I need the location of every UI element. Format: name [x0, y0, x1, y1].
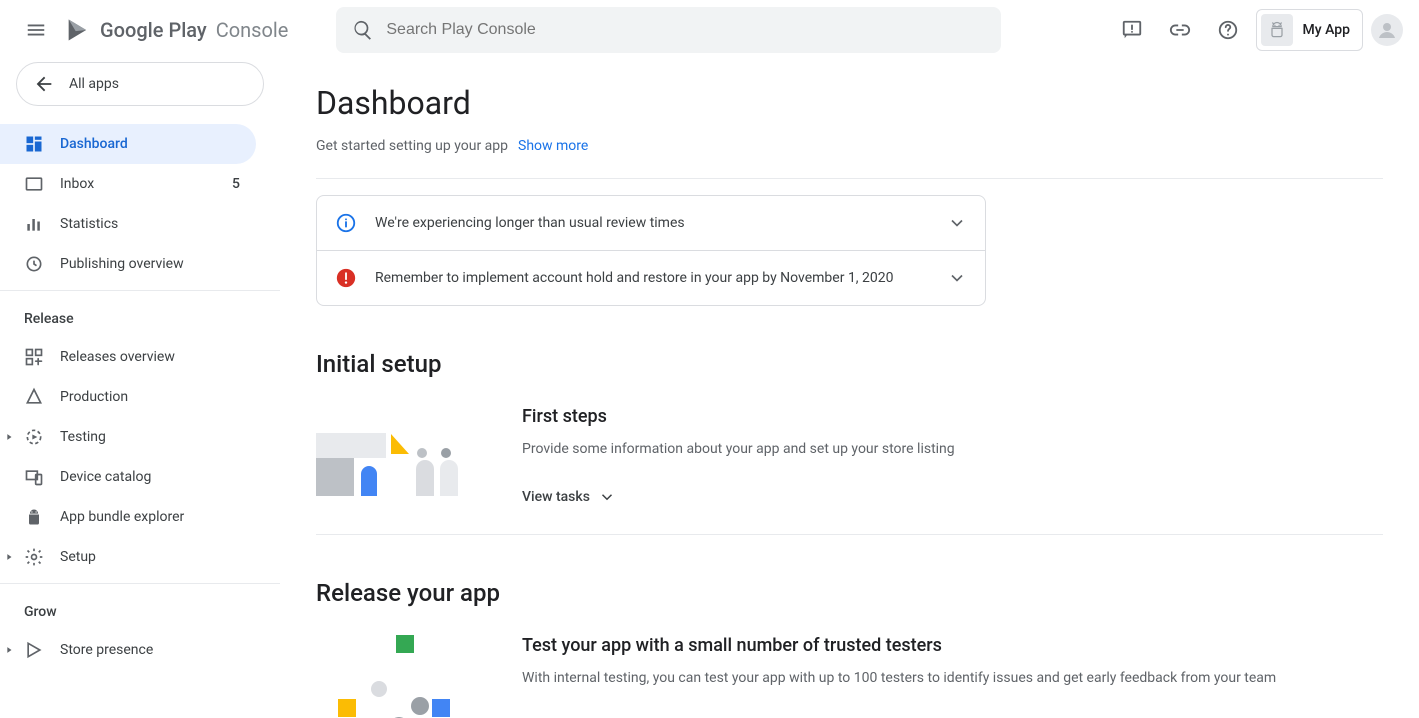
testers-desc: With internal testing, you can test your…: [522, 668, 1276, 689]
error-icon: [335, 267, 357, 289]
feedback-icon: [1121, 19, 1143, 41]
search-bar[interactable]: [336, 7, 1001, 53]
caret-right-icon: [4, 432, 14, 442]
main-content: Dashboard Get started setting up your ap…: [280, 60, 1419, 718]
sidebar-item-device-catalog[interactable]: Device catalog: [0, 457, 256, 497]
inbox-icon: [24, 174, 44, 194]
overview-icon: [24, 347, 44, 367]
notice-group: We're experiencing longer than usual rev…: [316, 195, 986, 306]
sidebar-item-setup[interactable]: Setup: [0, 537, 256, 577]
play-icon: [64, 16, 92, 44]
sidebar-item-label: Store presence: [60, 642, 240, 658]
divider: [316, 534, 1383, 535]
page-title: Dashboard: [316, 84, 1383, 122]
sidebar-item-label: Statistics: [60, 216, 240, 232]
sidebar-item-statistics[interactable]: Statistics: [0, 204, 256, 244]
divider: [316, 178, 1383, 179]
chevron-down-icon: [947, 268, 967, 288]
search-icon: [352, 19, 374, 41]
first-steps-title: First steps: [522, 406, 955, 427]
app-name: My App: [1303, 22, 1350, 38]
illustration-testers: [316, 635, 466, 718]
info-icon: [335, 212, 357, 234]
device-icon: [24, 467, 44, 487]
caret-right-icon: [4, 645, 14, 655]
section-title-initial: Initial setup: [316, 350, 1383, 378]
sidebar-item-label: Device catalog: [60, 469, 240, 485]
notice-info[interactable]: We're experiencing longer than usual rev…: [317, 196, 985, 250]
sidebar-heading-grow: Grow: [0, 590, 280, 630]
logo-text-b: Console: [216, 18, 289, 42]
first-steps-desc: Provide some information about your app …: [522, 439, 955, 460]
link-button[interactable]: [1160, 10, 1200, 50]
notice-text: Remember to implement account hold and r…: [375, 270, 929, 286]
store-icon: [24, 640, 44, 660]
help-icon: [1217, 19, 1239, 41]
sidebar-item-label: Releases overview: [60, 349, 240, 365]
testers-card: Test your app with a small number of tru…: [316, 635, 1383, 718]
sidebar-item-label: Setup: [60, 549, 240, 565]
sidebar-item-label: Inbox: [60, 176, 216, 192]
sidebar-item-label: Publishing overview: [60, 256, 240, 272]
testing-icon: [24, 427, 44, 447]
menu-icon: [25, 19, 47, 41]
arrow-left-icon: [33, 73, 55, 95]
sidebar-item-app-bundle[interactable]: App bundle explorer: [0, 497, 256, 537]
sidebar-item-label: Testing: [60, 429, 240, 445]
testers-title: Test your app with a small number of tru…: [522, 635, 1276, 656]
page-subtitle: Get started setting up your app: [316, 138, 508, 154]
logo[interactable]: Google Play Console: [64, 16, 288, 44]
sidebar-item-label: Production: [60, 389, 240, 405]
app-switcher[interactable]: My App: [1256, 9, 1363, 51]
sidebar-heading-release: Release: [0, 297, 280, 337]
inbox-badge: 5: [232, 176, 240, 192]
dashboard-icon: [24, 134, 44, 154]
app-icon: [1261, 14, 1293, 46]
search-input[interactable]: [386, 21, 985, 39]
all-apps-label: All apps: [69, 76, 119, 92]
account-avatar[interactable]: [1371, 14, 1403, 46]
sidebar-item-label: Dashboard: [60, 136, 240, 152]
sidebar-item-inbox[interactable]: Inbox 5: [0, 164, 256, 204]
sidebar-item-production[interactable]: Production: [0, 377, 256, 417]
sidebar: All apps Dashboard Inbox 5 Statistics Pu…: [0, 60, 280, 718]
menu-button[interactable]: [16, 10, 56, 50]
android-icon: [1267, 20, 1287, 40]
illustration-first-steps: [316, 406, 466, 496]
notice-error[interactable]: Remember to implement account hold and r…: [317, 250, 985, 305]
sidebar-item-testing[interactable]: Testing: [0, 417, 256, 457]
chevron-down-icon: [947, 213, 967, 233]
avatar-icon: [1375, 18, 1399, 42]
section-title-release: Release your app: [316, 579, 1383, 607]
help-button[interactable]: [1208, 10, 1248, 50]
caret-right-icon: [4, 552, 14, 562]
show-more-link[interactable]: Show more: [518, 138, 588, 154]
production-icon: [24, 387, 44, 407]
sidebar-item-store-presence[interactable]: Store presence: [0, 630, 256, 670]
view-tasks-button[interactable]: View tasks: [522, 488, 955, 506]
view-tasks-label: View tasks: [522, 489, 590, 505]
all-apps-button[interactable]: All apps: [16, 62, 264, 106]
notice-text: We're experiencing longer than usual rev…: [375, 215, 929, 231]
sidebar-item-publishing-overview[interactable]: Publishing overview: [0, 244, 256, 284]
sidebar-item-releases-overview[interactable]: Releases overview: [0, 337, 256, 377]
link-icon: [1169, 19, 1191, 41]
logo-text-a: Google Play: [100, 18, 207, 42]
chevron-down-icon: [598, 488, 616, 506]
publishing-icon: [24, 254, 44, 274]
feedback-button[interactable]: [1112, 10, 1152, 50]
sidebar-item-dashboard[interactable]: Dashboard: [0, 124, 256, 164]
sidebar-item-label: App bundle explorer: [60, 509, 240, 525]
first-steps-card: First steps Provide some information abo…: [316, 406, 1383, 534]
bundle-icon: [24, 507, 44, 527]
statistics-icon: [24, 214, 44, 234]
gear-icon: [24, 547, 44, 567]
